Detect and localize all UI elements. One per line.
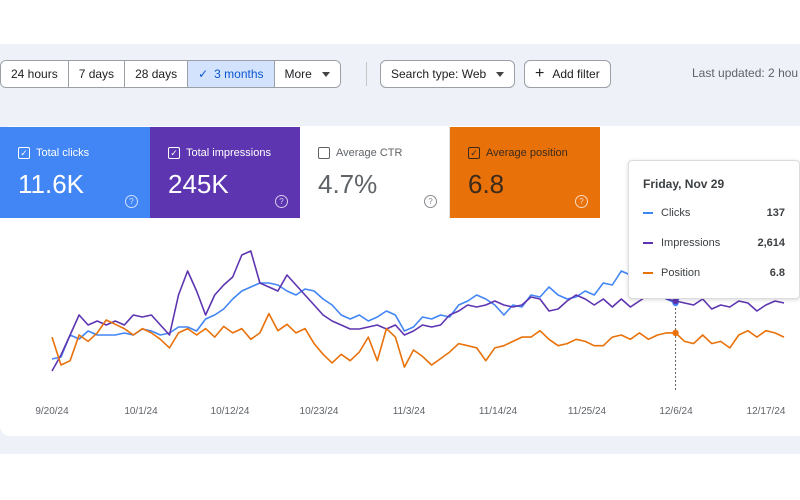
checkbox-checked-icon[interactable]: ✓ bbox=[468, 147, 480, 159]
tooltip-series-name: Position bbox=[661, 267, 701, 279]
last-updated-text: Last updated: 2 hou bbox=[692, 66, 799, 80]
help-icon[interactable]: ? bbox=[275, 195, 288, 208]
tooltip-series-value: 6.8 bbox=[769, 267, 785, 279]
series-swatch bbox=[643, 272, 653, 274]
metric-card-average-position[interactable]: ✓ Average position 6.8 ? bbox=[450, 127, 600, 218]
metric-header: ✓ Total impressions bbox=[168, 147, 271, 159]
help-icon[interactable]: ? bbox=[575, 195, 588, 208]
checkbox-unchecked-icon[interactable] bbox=[318, 147, 330, 159]
metric-value: 11.6K bbox=[18, 169, 85, 199]
add-filter-button[interactable]: + Add filter bbox=[524, 60, 611, 88]
metric-label: Total clicks bbox=[36, 147, 90, 159]
tooltip-series-name: Clicks bbox=[661, 207, 691, 219]
plus-icon: + bbox=[535, 65, 545, 82]
metric-header: ✓ Average position bbox=[468, 147, 568, 159]
metric-card-total-clicks[interactable]: ✓ Total clicks 11.6K ? bbox=[0, 127, 150, 218]
date-range-toolbar: 24 hours 7 days 28 days ✓ 3 months More bbox=[0, 60, 341, 88]
metric-label: Average position bbox=[486, 147, 568, 159]
x-tick-label: 12/17/24 bbox=[747, 406, 786, 417]
metric-value: 245K bbox=[168, 169, 229, 199]
tooltip-series-value: 137 bbox=[766, 207, 785, 219]
search-type-label: Search type: Web bbox=[391, 67, 487, 81]
date-range-selector: 24 hours 7 days 28 days ✓ 3 months More bbox=[0, 60, 341, 88]
check-icon: ✓ bbox=[198, 67, 209, 81]
tooltip-series-value: 2,614 bbox=[757, 237, 785, 249]
x-tick-label: 12/6/24 bbox=[659, 406, 693, 417]
x-tick-label: 11/14/24 bbox=[479, 406, 518, 417]
checkbox-checked-icon[interactable]: ✓ bbox=[168, 147, 180, 159]
metric-card-average-ctr[interactable]: Average CTR 4.7% ? bbox=[300, 127, 450, 218]
range-3-months-button[interactable]: ✓ 3 months bbox=[188, 61, 275, 87]
search-type-dropdown[interactable]: Search type: Web bbox=[380, 60, 516, 88]
x-tick-label: 11/3/24 bbox=[393, 406, 426, 417]
range-28-days-button[interactable]: 28 days bbox=[125, 61, 189, 87]
tooltip-date: Friday, Nov 29 bbox=[643, 177, 725, 191]
tooltip-row-position: Position 6.8 bbox=[643, 267, 785, 279]
tooltip-row-impressions: Impressions 2,614 bbox=[643, 237, 785, 249]
series-swatch bbox=[643, 212, 653, 214]
x-tick-label: 10/23/24 bbox=[300, 406, 339, 417]
help-icon[interactable]: ? bbox=[125, 195, 138, 208]
series-swatch bbox=[643, 242, 653, 244]
chart-tooltip: Friday, Nov 29 Clicks 137 Impressions 2,… bbox=[628, 160, 800, 299]
x-tick-label: 10/12/24 bbox=[211, 406, 250, 417]
more-ranges-dropdown[interactable]: More bbox=[274, 61, 340, 87]
help-icon[interactable]: ? bbox=[424, 195, 437, 208]
tooltip-series-name: Impressions bbox=[661, 237, 721, 249]
tooltip-row-clicks: Clicks 137 bbox=[643, 207, 785, 219]
metric-value: 6.8 bbox=[468, 169, 505, 199]
range-24-hours-button[interactable]: 24 hours bbox=[1, 61, 69, 87]
toolbar-divider bbox=[366, 62, 367, 86]
more-label: More bbox=[284, 67, 312, 81]
x-tick-label: 11/25/24 bbox=[568, 406, 607, 417]
hover-point-position bbox=[672, 329, 679, 337]
caret-down-icon bbox=[496, 71, 505, 77]
metric-label: Total impressions bbox=[186, 147, 271, 159]
checkbox-checked-icon[interactable]: ✓ bbox=[18, 147, 30, 159]
add-filter-label: Add filter bbox=[552, 67, 600, 81]
range-3-months-label: 3 months bbox=[214, 67, 264, 81]
x-tick-label: 9/20/24 bbox=[35, 406, 69, 417]
metric-card-total-impressions[interactable]: ✓ Total impressions 245K ? bbox=[150, 127, 300, 218]
metric-label: Average CTR bbox=[336, 147, 403, 159]
metric-header: ✓ Total clicks bbox=[18, 147, 89, 159]
x-tick-label: 10/1/24 bbox=[124, 406, 158, 417]
metric-value: 4.7% bbox=[318, 169, 378, 199]
metric-header: Average CTR bbox=[318, 147, 402, 159]
range-7-days-button[interactable]: 7 days bbox=[68, 61, 126, 87]
caret-down-icon bbox=[321, 71, 330, 77]
page-top bbox=[0, 0, 800, 44]
